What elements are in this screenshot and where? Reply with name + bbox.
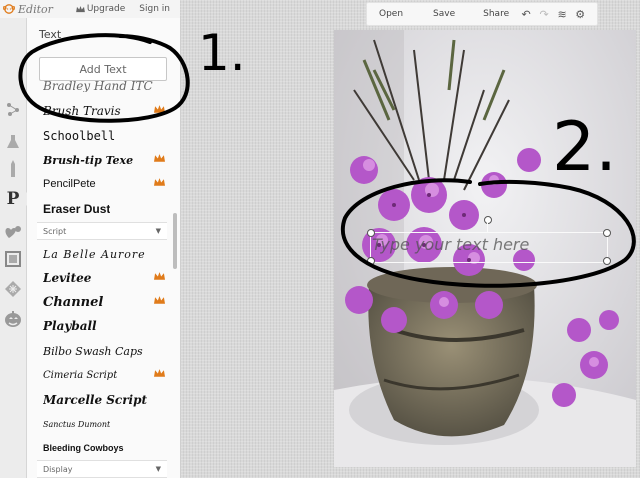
annotation-circle-1: [18, 33, 190, 123]
annotation-step-2: 2.: [552, 108, 617, 187]
annotation-marks: [18, 33, 636, 288]
annotation-step-1: 1.: [198, 24, 246, 82]
annotation-circle-2: [340, 178, 636, 288]
